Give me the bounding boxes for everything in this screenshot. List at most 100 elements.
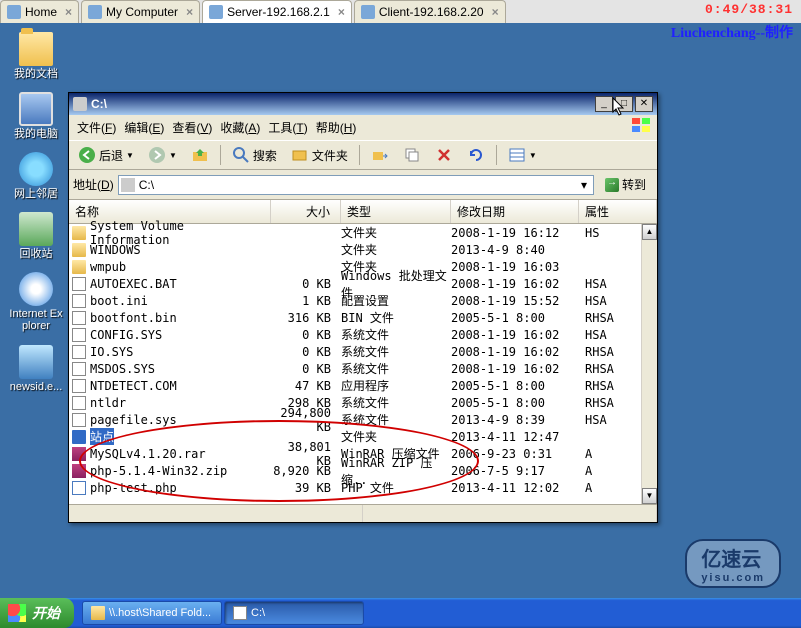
delete-button[interactable] bbox=[430, 143, 458, 167]
close-tab-icon[interactable]: × bbox=[65, 5, 72, 19]
file-row[interactable]: pagefile.sys294,800 KB系统文件2013-4-9 8:39H… bbox=[69, 411, 657, 428]
scroll-up-button[interactable]: ▲ bbox=[642, 224, 657, 240]
file-row[interactable]: IO.SYS0 KB系统文件2008-1-19 16:02RHSA bbox=[69, 343, 657, 360]
file-name: IO.SYS bbox=[90, 345, 133, 359]
file-row[interactable]: 站点文件夹2013-4-11 12:47 bbox=[69, 428, 657, 445]
folders-button[interactable]: 文件夹 bbox=[286, 143, 353, 167]
taskbar-task[interactable]: C:\ bbox=[224, 601, 364, 625]
desktop-icon[interactable]: 我的文档 bbox=[8, 32, 64, 80]
desktop-icon-label: 回收站 bbox=[8, 248, 64, 260]
file-size: 0 KB bbox=[271, 328, 341, 342]
vm-tab[interactable]: Client-192.168.2.20 × bbox=[354, 0, 506, 23]
vm-tab[interactable]: Home× bbox=[0, 0, 79, 23]
up-button[interactable] bbox=[186, 143, 214, 167]
menu-item[interactable]: 查看(V) bbox=[168, 117, 216, 138]
desktop-icon[interactable]: 回收站 bbox=[8, 212, 64, 260]
start-label: 开始 bbox=[32, 603, 60, 623]
status-bar bbox=[69, 504, 657, 522]
file-type: 系统文件 bbox=[341, 360, 451, 377]
taskbar-tasks: \\.host\Shared Fold...C:\ bbox=[82, 601, 364, 625]
menu-item[interactable]: 编辑(E) bbox=[120, 117, 168, 138]
folders-icon bbox=[291, 146, 309, 164]
menu-item[interactable]: 收藏(A) bbox=[216, 117, 264, 138]
file-row[interactable]: MSDOS.SYS0 KB系统文件2008-1-19 16:02RHSA bbox=[69, 360, 657, 377]
file-row[interactable]: bootfont.bin316 KBBIN 文件2005-5-1 8:00RHS… bbox=[69, 309, 657, 326]
desktop-icon-label: 我的文档 bbox=[8, 68, 64, 80]
taskbar-task[interactable]: \\.host\Shared Fold... bbox=[82, 601, 222, 625]
folders-label: 文件夹 bbox=[312, 147, 348, 164]
file-row[interactable]: ntldr298 KB系统文件2005-5-1 8:00RHSA bbox=[69, 394, 657, 411]
move-to-button[interactable] bbox=[366, 143, 394, 167]
drive-icon bbox=[73, 97, 87, 111]
go-button[interactable]: 转到 bbox=[598, 173, 653, 196]
desktop-icons: 我的文档我的电脑网上邻居回收站 Internet Explorer newsid.e… bbox=[8, 32, 64, 405]
close-button[interactable]: ✕ bbox=[635, 96, 653, 112]
file-row[interactable]: php-test.php39 KBPHP 文件2013-4-11 12:02A bbox=[69, 479, 657, 496]
filetype-icon bbox=[72, 464, 86, 478]
copy-to-button[interactable] bbox=[398, 143, 426, 167]
file-row[interactable]: CONFIG.SYS0 KB系统文件2008-1-19 16:02HSA bbox=[69, 326, 657, 343]
undo-button[interactable] bbox=[462, 143, 490, 167]
back-icon bbox=[78, 146, 96, 164]
desktop-icon[interactable]: 网上邻居 bbox=[8, 152, 64, 200]
file-size: 47 KB bbox=[271, 379, 341, 393]
filetype-icon bbox=[72, 260, 86, 274]
menu-item[interactable]: 文件(F) bbox=[73, 117, 120, 138]
filetype-icon bbox=[72, 226, 86, 240]
filetype-icon bbox=[72, 243, 86, 257]
start-button[interactable]: 开始 bbox=[0, 598, 74, 628]
window-titlebar[interactable]: C:\ _ □ ✕ bbox=[69, 93, 657, 115]
search-button[interactable]: 搜索 bbox=[227, 143, 282, 167]
file-row[interactable]: php-5.1.4-Win32.zip8,920 KBWinRAR ZIP 压缩… bbox=[69, 462, 657, 479]
file-type: 系统文件 bbox=[341, 326, 451, 343]
menu-item[interactable]: 工具(T) bbox=[264, 117, 311, 138]
col-date[interactable]: 修改日期 bbox=[451, 200, 579, 223]
task-icon bbox=[91, 606, 105, 620]
address-value: C:\ bbox=[139, 178, 577, 192]
up-folder-icon bbox=[191, 146, 209, 164]
file-row[interactable]: WINDOWS文件夹2013-4-9 8:40 bbox=[69, 241, 657, 258]
close-tab-icon[interactable]: × bbox=[492, 5, 499, 19]
file-size: 0 KB bbox=[271, 362, 341, 376]
minimize-button[interactable]: _ bbox=[595, 96, 613, 112]
address-input[interactable]: C:\ ▾ bbox=[118, 175, 594, 195]
file-row[interactable]: boot.ini1 KB配置设置2008-1-19 15:52HSA bbox=[69, 292, 657, 309]
file-date: 2008-1-19 16:02 bbox=[451, 328, 579, 342]
file-row[interactable]: AUTOEXEC.BAT0 KBWindows 批处理文件2008-1-19 1… bbox=[69, 275, 657, 292]
close-tab-icon[interactable]: × bbox=[338, 5, 345, 19]
ic-ie bbox=[19, 272, 53, 306]
file-type: 系统文件 bbox=[341, 343, 451, 360]
desktop-icon-label: Internet Explorer bbox=[8, 308, 64, 332]
address-dropdown-icon[interactable]: ▾ bbox=[577, 178, 591, 192]
maximize-button[interactable]: □ bbox=[615, 96, 633, 112]
views-button[interactable]: ▼ bbox=[503, 143, 542, 167]
file-rows: System Volume Information文件夹2008-1-19 16… bbox=[69, 224, 657, 504]
menu-item[interactable]: 帮助(H) bbox=[312, 117, 361, 138]
file-size: 0 KB bbox=[271, 345, 341, 359]
file-name: php-5.1.4-Win32.zip bbox=[90, 464, 227, 478]
col-attr[interactable]: 属性 bbox=[579, 200, 657, 223]
scrollbar[interactable]: ▲ ▼ bbox=[641, 224, 657, 504]
col-type[interactable]: 类型 bbox=[341, 200, 451, 223]
window-title: C:\ bbox=[91, 97, 595, 111]
vm-tab[interactable]: My Computer× bbox=[81, 0, 200, 23]
taskbar: 开始 \\.host\Shared Fold...C:\ bbox=[0, 598, 801, 628]
desktop-icon[interactable]: newsid.e... bbox=[8, 345, 64, 393]
separator bbox=[496, 145, 497, 165]
chevron-down-icon: ▼ bbox=[529, 151, 537, 160]
desktop-icon[interactable]: Internet Explorer bbox=[8, 272, 64, 332]
scroll-down-button[interactable]: ▼ bbox=[642, 488, 657, 504]
vm-tab-label: Client-192.168.2.20 bbox=[379, 5, 484, 19]
file-row[interactable]: System Volume Information文件夹2008-1-19 16… bbox=[69, 224, 657, 241]
back-button[interactable]: 后退 ▼ bbox=[73, 143, 139, 167]
col-size[interactable]: 大小 bbox=[271, 200, 341, 223]
vm-tab[interactable]: Server-192.168.2.1× bbox=[202, 0, 352, 23]
forward-button[interactable]: ▼ bbox=[143, 143, 182, 167]
file-name: NTDETECT.COM bbox=[90, 379, 177, 393]
file-list: 名称 大小 类型 修改日期 属性 System Volume Informati… bbox=[69, 200, 657, 504]
ic-recycle bbox=[19, 212, 53, 246]
desktop-icon[interactable]: 我的电脑 bbox=[8, 92, 64, 140]
file-row[interactable]: NTDETECT.COM47 KB应用程序2005-5-1 8:00RHSA bbox=[69, 377, 657, 394]
close-tab-icon[interactable]: × bbox=[186, 5, 193, 19]
address-bar: 地址(D) C:\ ▾ 转到 bbox=[69, 170, 657, 200]
